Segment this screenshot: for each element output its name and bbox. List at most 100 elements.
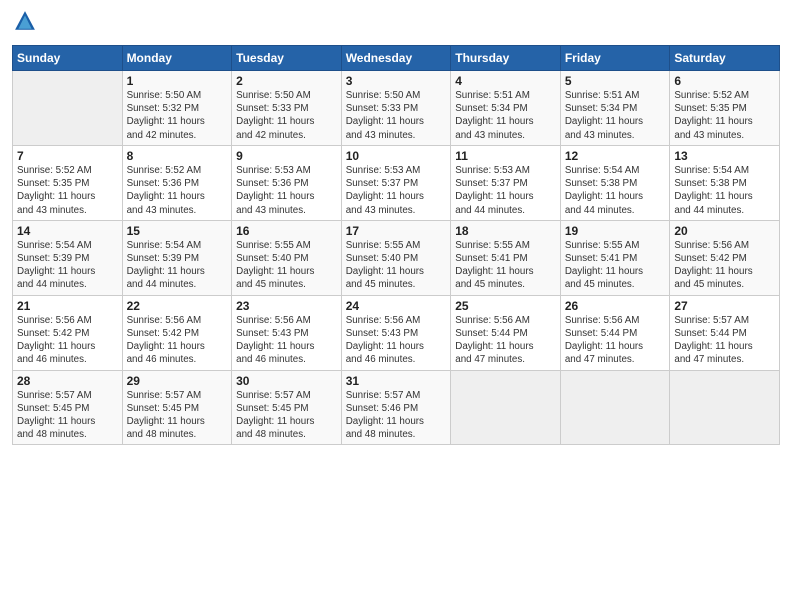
day-number: 28	[17, 374, 118, 388]
day-number: 25	[455, 299, 556, 313]
day-number: 7	[17, 149, 118, 163]
day-number: 29	[127, 374, 228, 388]
calendar-cell: 26Sunrise: 5:56 AM Sunset: 5:44 PM Dayli…	[560, 295, 670, 370]
week-row-2: 7Sunrise: 5:52 AM Sunset: 5:35 PM Daylig…	[13, 145, 780, 220]
day-number: 4	[455, 74, 556, 88]
day-info: Sunrise: 5:57 AM Sunset: 5:45 PM Dayligh…	[236, 389, 337, 442]
calendar-cell	[451, 370, 561, 445]
day-number: 14	[17, 224, 118, 238]
day-number: 13	[674, 149, 775, 163]
calendar-cell: 16Sunrise: 5:55 AM Sunset: 5:40 PM Dayli…	[232, 220, 342, 295]
day-number: 15	[127, 224, 228, 238]
day-info: Sunrise: 5:57 AM Sunset: 5:44 PM Dayligh…	[674, 314, 775, 367]
day-number: 16	[236, 224, 337, 238]
calendar-cell: 7Sunrise: 5:52 AM Sunset: 5:35 PM Daylig…	[13, 145, 123, 220]
calendar-cell	[670, 370, 780, 445]
day-number: 1	[127, 74, 228, 88]
day-info: Sunrise: 5:50 AM Sunset: 5:33 PM Dayligh…	[346, 89, 447, 142]
calendar-cell: 19Sunrise: 5:55 AM Sunset: 5:41 PM Dayli…	[560, 220, 670, 295]
calendar-cell: 31Sunrise: 5:57 AM Sunset: 5:46 PM Dayli…	[341, 370, 451, 445]
day-info: Sunrise: 5:55 AM Sunset: 5:40 PM Dayligh…	[236, 239, 337, 292]
day-number: 11	[455, 149, 556, 163]
calendar-cell: 5Sunrise: 5:51 AM Sunset: 5:34 PM Daylig…	[560, 71, 670, 146]
week-row-1: 1Sunrise: 5:50 AM Sunset: 5:32 PM Daylig…	[13, 71, 780, 146]
day-info: Sunrise: 5:50 AM Sunset: 5:33 PM Dayligh…	[236, 89, 337, 142]
day-info: Sunrise: 5:52 AM Sunset: 5:35 PM Dayligh…	[674, 89, 775, 142]
day-header-tuesday: Tuesday	[232, 46, 342, 71]
calendar-cell: 10Sunrise: 5:53 AM Sunset: 5:37 PM Dayli…	[341, 145, 451, 220]
day-info: Sunrise: 5:53 AM Sunset: 5:37 PM Dayligh…	[346, 164, 447, 217]
week-row-5: 28 Sunrise: 5:57 AM Sunset: 5:45 PM Dayli…	[13, 370, 780, 445]
calendar-cell: 22Sunrise: 5:56 AM Sunset: 5:42 PM Dayli…	[122, 295, 232, 370]
calendar-cell: 14Sunrise: 5:54 AM Sunset: 5:39 PM Dayli…	[13, 220, 123, 295]
calendar-cell: 28Sunrise: 5:57 AM Sunset: 5:45 PM Dayli…	[13, 370, 123, 445]
day-number: 8	[127, 149, 228, 163]
day-number: 27	[674, 299, 775, 313]
calendar-cell: 29Sunrise: 5:57 AM Sunset: 5:45 PM Dayli…	[122, 370, 232, 445]
day-info: Sunrise: 5:52 AM Sunset: 5:36 PM Dayligh…	[127, 164, 228, 217]
day-info: Sunrise: 5:55 AM Sunset: 5:41 PM Dayligh…	[565, 239, 666, 292]
day-number: 30	[236, 374, 337, 388]
week-row-4: 21Sunrise: 5:56 AM Sunset: 5:42 PM Dayli…	[13, 295, 780, 370]
calendar-cell: 8Sunrise: 5:52 AM Sunset: 5:36 PM Daylig…	[122, 145, 232, 220]
calendar-cell: 2Sunrise: 5:50 AM Sunset: 5:33 PM Daylig…	[232, 71, 342, 146]
day-number: 23	[236, 299, 337, 313]
day-number: 20	[674, 224, 775, 238]
day-info: Sunrise: 5:57 AM Sunset: 5:46 PM Dayligh…	[346, 389, 447, 442]
day-info: Sunrise: 5:56 AM Sunset: 5:43 PM Dayligh…	[346, 314, 447, 367]
day-header-monday: Monday	[122, 46, 232, 71]
calendar-cell: 6Sunrise: 5:52 AM Sunset: 5:35 PM Daylig…	[670, 71, 780, 146]
calendar-cell: 21Sunrise: 5:56 AM Sunset: 5:42 PM Dayli…	[13, 295, 123, 370]
calendar-cell: 15Sunrise: 5:54 AM Sunset: 5:39 PM Dayli…	[122, 220, 232, 295]
day-info: Sunrise: 5:55 AM Sunset: 5:41 PM Dayligh…	[455, 239, 556, 292]
day-header-friday: Friday	[560, 46, 670, 71]
day-number: 9	[236, 149, 337, 163]
day-info: Sunrise: 5:54 AM Sunset: 5:38 PM Dayligh…	[674, 164, 775, 217]
day-info: Sunrise: 5:53 AM Sunset: 5:36 PM Dayligh…	[236, 164, 337, 217]
day-info: Sunrise: 5:53 AM Sunset: 5:37 PM Dayligh…	[455, 164, 556, 217]
calendar-cell	[13, 71, 123, 146]
days-header-row: SundayMondayTuesdayWednesdayThursdayFrid…	[13, 46, 780, 71]
day-number: 5	[565, 74, 666, 88]
calendar-cell: 9Sunrise: 5:53 AM Sunset: 5:36 PM Daylig…	[232, 145, 342, 220]
calendar-cell: 23Sunrise: 5:56 AM Sunset: 5:43 PM Dayli…	[232, 295, 342, 370]
calendar-cell: 20Sunrise: 5:56 AM Sunset: 5:42 PM Dayli…	[670, 220, 780, 295]
day-number: 12	[565, 149, 666, 163]
day-number: 2	[236, 74, 337, 88]
calendar-cell: 4Sunrise: 5:51 AM Sunset: 5:34 PM Daylig…	[451, 71, 561, 146]
calendar-container: SundayMondayTuesdayWednesdayThursdayFrid…	[0, 0, 792, 453]
day-info: Sunrise: 5:56 AM Sunset: 5:44 PM Dayligh…	[455, 314, 556, 367]
day-number: 22	[127, 299, 228, 313]
week-row-3: 14Sunrise: 5:54 AM Sunset: 5:39 PM Dayli…	[13, 220, 780, 295]
day-header-thursday: Thursday	[451, 46, 561, 71]
day-number: 31	[346, 374, 447, 388]
calendar-table: SundayMondayTuesdayWednesdayThursdayFrid…	[12, 45, 780, 445]
day-info: Sunrise: 5:51 AM Sunset: 5:34 PM Dayligh…	[455, 89, 556, 142]
calendar-cell: 11Sunrise: 5:53 AM Sunset: 5:37 PM Dayli…	[451, 145, 561, 220]
day-info: Sunrise: 5:54 AM Sunset: 5:39 PM Dayligh…	[17, 239, 118, 292]
day-info: Sunrise: 5:56 AM Sunset: 5:43 PM Dayligh…	[236, 314, 337, 367]
calendar-cell: 3Sunrise: 5:50 AM Sunset: 5:33 PM Daylig…	[341, 71, 451, 146]
calendar-cell: 25Sunrise: 5:56 AM Sunset: 5:44 PM Dayli…	[451, 295, 561, 370]
day-info: Sunrise: 5:52 AM Sunset: 5:35 PM Dayligh…	[17, 164, 118, 217]
day-info: Sunrise: 5:55 AM Sunset: 5:40 PM Dayligh…	[346, 239, 447, 292]
logo-icon	[14, 10, 36, 32]
day-number: 17	[346, 224, 447, 238]
calendar-cell: 27Sunrise: 5:57 AM Sunset: 5:44 PM Dayli…	[670, 295, 780, 370]
day-number: 3	[346, 74, 447, 88]
day-info: Sunrise: 5:56 AM Sunset: 5:42 PM Dayligh…	[674, 239, 775, 292]
calendar-cell: 30Sunrise: 5:57 AM Sunset: 5:45 PM Dayli…	[232, 370, 342, 445]
day-info: Sunrise: 5:54 AM Sunset: 5:38 PM Dayligh…	[565, 164, 666, 217]
logo	[12, 10, 36, 37]
day-info: Sunrise: 5:54 AM Sunset: 5:39 PM Dayligh…	[127, 239, 228, 292]
day-info: Sunrise: 5:51 AM Sunset: 5:34 PM Dayligh…	[565, 89, 666, 142]
day-header-wednesday: Wednesday	[341, 46, 451, 71]
day-number: 18	[455, 224, 556, 238]
calendar-cell: 24Sunrise: 5:56 AM Sunset: 5:43 PM Dayli…	[341, 295, 451, 370]
day-number: 19	[565, 224, 666, 238]
calendar-cell: 13Sunrise: 5:54 AM Sunset: 5:38 PM Dayli…	[670, 145, 780, 220]
day-info: Sunrise: 5:56 AM Sunset: 5:42 PM Dayligh…	[127, 314, 228, 367]
day-number: 26	[565, 299, 666, 313]
day-info: Sunrise: 5:56 AM Sunset: 5:44 PM Dayligh…	[565, 314, 666, 367]
calendar-cell: 12Sunrise: 5:54 AM Sunset: 5:38 PM Dayli…	[560, 145, 670, 220]
